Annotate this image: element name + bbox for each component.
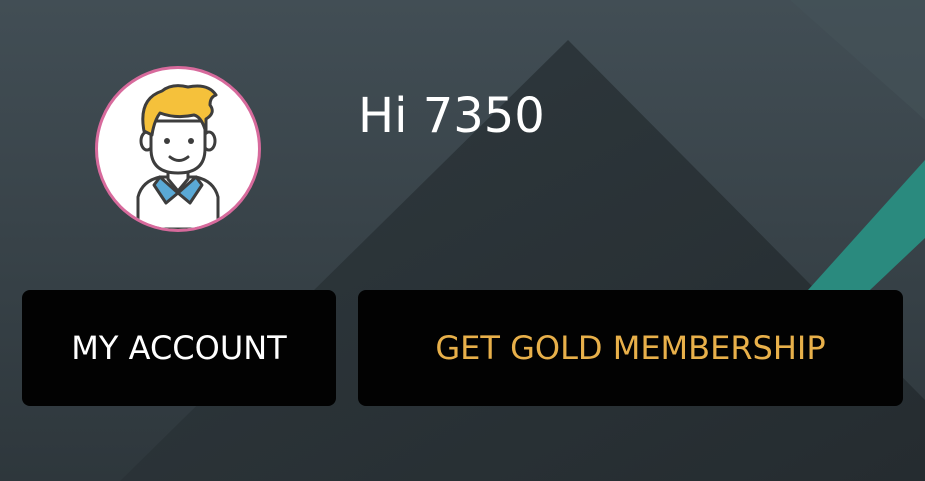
user-avatar-icon (136, 84, 220, 229)
get-gold-membership-button[interactable]: GET GOLD MEMBERSHIP (358, 290, 903, 406)
greeting-text: Hi 7350 (358, 88, 545, 144)
my-account-button[interactable]: MY ACCOUNT (22, 290, 336, 406)
user-avatar[interactable] (95, 66, 261, 232)
